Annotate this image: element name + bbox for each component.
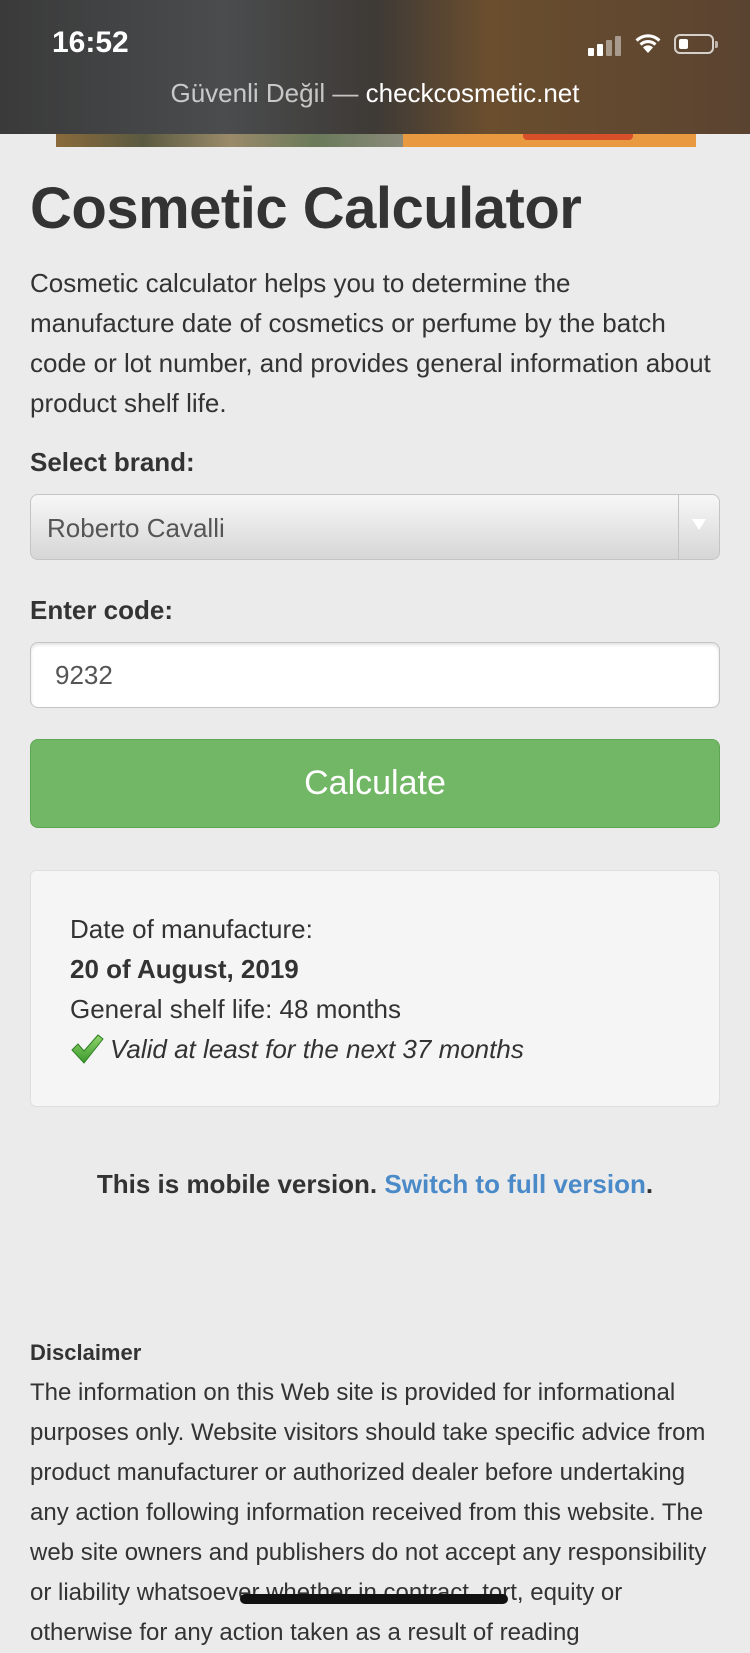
- mobile-note-suffix: .: [645, 1169, 654, 1199]
- code-label: Enter code:: [30, 595, 174, 625]
- result-panel: Date of manufacture: 20 of August, 2019 …: [30, 870, 720, 1107]
- main-content: Cosmetic Calculator Cosmetic calculator …: [30, 147, 720, 1646]
- home-indicator[interactable]: [240, 1594, 508, 1604]
- disclaimer-title: Disclaimer: [30, 1340, 142, 1365]
- manufacture-date: 20 of August, 2019: [70, 954, 299, 984]
- mobile-note-text: This is mobile version.: [96, 1169, 378, 1199]
- mobile-version-note: This is mobile version. Switch to full v…: [30, 1169, 720, 1200]
- chevron-down-icon[interactable]: [678, 495, 719, 559]
- validity-text: Valid at least for the next 37 months: [110, 1034, 524, 1064]
- disclaimer-body: The information on this Web site is prov…: [30, 1379, 707, 1646]
- clock: 16:52: [52, 26, 129, 59]
- manufacture-label: Date of manufacture:: [70, 914, 313, 944]
- calculate-button[interactable]: Calculate: [30, 739, 720, 828]
- brand-select-value: Roberto Cavalli: [47, 513, 225, 543]
- code-input[interactable]: [30, 642, 720, 708]
- url-host: checkcosmetic.net: [365, 78, 580, 108]
- battery-icon: [674, 34, 718, 54]
- brand-select[interactable]: Roberto Cavalli: [30, 494, 720, 560]
- browser-status-bar: 16:52 Güvenli Değil — checkcosmetic.net: [0, 0, 750, 134]
- shelf-life: General shelf life: 48 months: [70, 994, 401, 1024]
- brand-label: Select brand:: [30, 447, 195, 477]
- switch-full-version-link[interactable]: Switch to full version: [384, 1169, 645, 1199]
- wifi-icon: [635, 34, 661, 53]
- address-bar[interactable]: Güvenli Değil — checkcosmetic.net: [0, 78, 750, 109]
- checkmark-icon: [71, 1034, 104, 1064]
- url-separator: —: [332, 78, 359, 108]
- security-label: Güvenli Değil: [170, 78, 326, 108]
- page-intro: Cosmetic calculator helps you to determi…: [30, 267, 711, 418]
- page-title: Cosmetic Calculator: [30, 176, 582, 241]
- cellular-signal-icon: [588, 34, 624, 56]
- ad-banner[interactable]: [56, 134, 696, 147]
